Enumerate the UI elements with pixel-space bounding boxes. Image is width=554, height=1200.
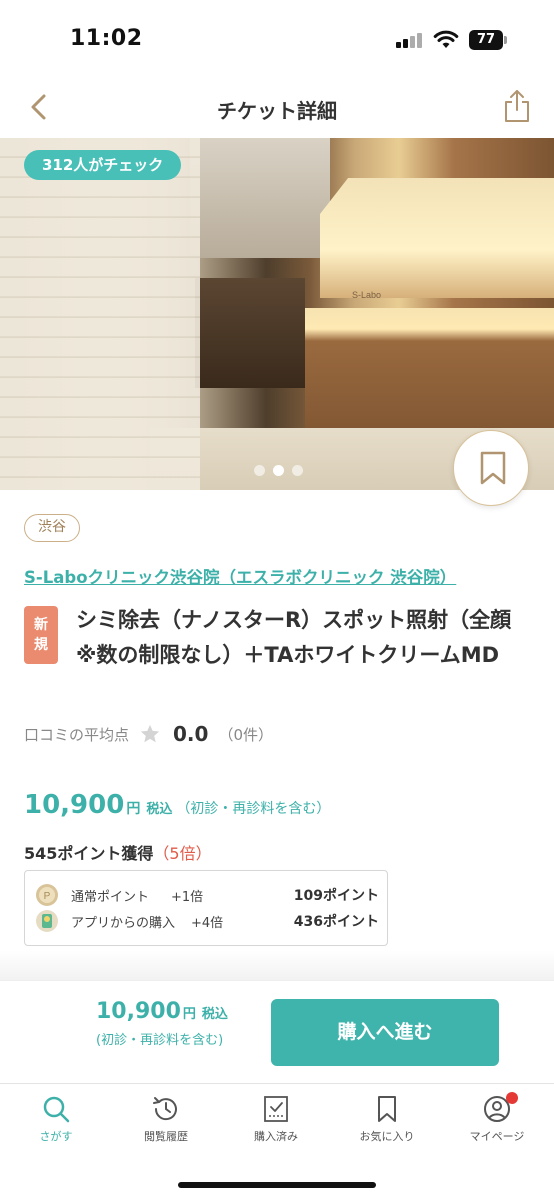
product-title: シミ除去（ナノスターR）スポット照射（全顔 ※数の制限なし）＋TAホワイトクリー… xyxy=(76,608,512,667)
tab-label: マイページ xyxy=(469,1130,525,1143)
share-icon[interactable] xyxy=(502,88,532,124)
purchase-price-tax: 税込 xyxy=(201,1007,228,1022)
purchase-price-note: (初診・再診料を含む) xyxy=(96,1033,224,1048)
app-purchase-icon xyxy=(36,910,58,932)
tab-mypage[interactable]: マイページ xyxy=(442,1092,552,1144)
status-time: 11:02 xyxy=(70,26,143,51)
points-earned: 545ポイント獲得（5倍） xyxy=(24,840,212,864)
review-summary[interactable]: 口コミの平均点 0.0 （0件） xyxy=(24,722,273,746)
carousel-dot[interactable] xyxy=(292,465,303,476)
tab-bar: さがす 閲覧履歴 購入済み お気に入り マイページ xyxy=(0,1083,554,1200)
new-badge-label: 新規 xyxy=(34,617,48,653)
price-amount: 10,900 xyxy=(24,790,125,820)
points-row-name: 通常ポイント xyxy=(71,889,150,905)
price-tax: 税込 xyxy=(146,802,173,817)
check-count-badge: 312人がチェック xyxy=(24,150,182,180)
points-row-rate: +1倍 xyxy=(171,889,204,905)
clinic-link[interactable]: S-Laboクリニック渋谷院（エスラボクリニック 渋谷院） xyxy=(24,564,456,588)
tab-favorites[interactable]: お気に入り xyxy=(332,1094,442,1144)
battery-icon: 77 xyxy=(469,30,507,50)
review-score: 0.0 xyxy=(173,722,209,746)
carousel-dot[interactable] xyxy=(273,465,284,476)
bookmark-button[interactable] xyxy=(453,430,529,506)
tab-purchased[interactable]: 購入済み xyxy=(221,1094,331,1144)
point-coin-icon: P xyxy=(36,884,58,906)
carousel-dots[interactable] xyxy=(254,461,311,476)
page-title: チケット詳細 xyxy=(217,99,337,123)
tab-label: お気に入り xyxy=(359,1130,415,1143)
points-row-value: 109ポイント xyxy=(293,888,379,904)
purchase-price-yen: 円 xyxy=(182,1007,196,1022)
cellular-signal-icon xyxy=(396,32,422,48)
points-row-name: アプリからの購入 xyxy=(71,915,176,931)
points-row: P 通常ポイント +1倍 109ポイント xyxy=(35,883,379,907)
carousel-dot[interactable] xyxy=(254,465,265,476)
tab-label: さがす xyxy=(39,1130,73,1143)
tab-label: 閲覧履歴 xyxy=(144,1130,188,1143)
tab-label: 購入済み xyxy=(254,1130,298,1143)
review-count: （0件） xyxy=(218,725,273,744)
purchased-icon xyxy=(264,1096,288,1122)
area-tag[interactable]: 渋谷 xyxy=(24,514,80,542)
points-multiplier: （5倍） xyxy=(153,844,212,863)
status-bar: 11:02 77 xyxy=(0,0,554,80)
purchase-bar: 10,900 円 税込 (初診・再診料を含む) 購入へ進む xyxy=(0,980,554,1082)
battery-level: 77 xyxy=(469,30,503,50)
tab-history[interactable]: 閲覧履歴 xyxy=(111,1094,221,1144)
home-indicator xyxy=(178,1182,376,1188)
search-icon xyxy=(43,1096,70,1123)
bookmark-icon xyxy=(480,451,506,485)
svg-text:P: P xyxy=(44,891,51,902)
review-label: 口コミの平均点 xyxy=(24,725,130,744)
bookmark-icon xyxy=(378,1096,396,1122)
points-row: アプリからの購入 +4倍 436ポイント xyxy=(35,909,379,933)
price-row: 10,900 円 税込 （初診・再診料を含む） xyxy=(24,790,330,820)
nav-bar: チケット詳細 xyxy=(0,80,554,136)
price-note: （初診・再診料を含む） xyxy=(176,801,331,817)
notification-dot xyxy=(506,1092,518,1104)
price-yen: 円 xyxy=(126,801,141,817)
wifi-icon xyxy=(433,30,459,48)
tab-search[interactable]: さがす xyxy=(1,1094,111,1144)
points-breakdown: P 通常ポイント +1倍 109ポイント アプリからの購入 +4倍 436ポイン… xyxy=(24,870,388,946)
points-row-rate: +4倍 xyxy=(191,915,224,931)
purchase-button[interactable]: 購入へ進む xyxy=(271,999,499,1066)
hero-sign-text: S-Labo xyxy=(352,290,382,300)
star-icon xyxy=(140,724,160,743)
points-earned-label: 545ポイント獲得 xyxy=(24,844,154,863)
purchase-price: 10,900 円 税込 xyxy=(96,999,228,1024)
history-icon xyxy=(153,1097,177,1121)
points-row-value: 436ポイント xyxy=(293,914,379,930)
new-badge: 新規 xyxy=(24,606,58,664)
purchase-price-amount: 10,900 xyxy=(96,999,181,1024)
